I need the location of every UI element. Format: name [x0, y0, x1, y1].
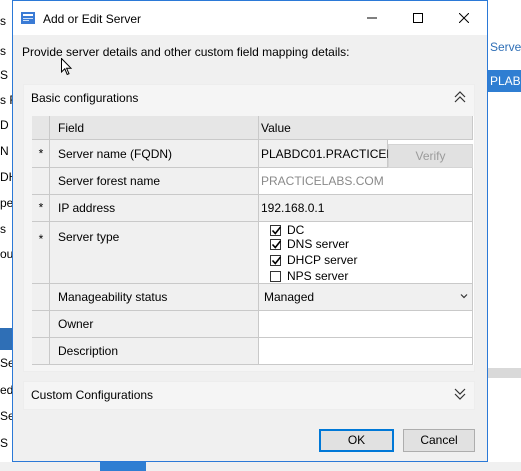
required-marker: [32, 168, 50, 195]
server-forest-field: PRACTICELABS.COM: [259, 168, 473, 195]
required-marker: [32, 311, 50, 338]
server-forest-label: Server forest name: [58, 174, 161, 188]
ip-address-label: IP address: [58, 201, 116, 215]
dns-server-label: DNS server: [287, 237, 350, 251]
checkmark-icon: [271, 226, 282, 235]
close-icon: [459, 13, 469, 23]
description-label: Description: [58, 344, 119, 358]
dialog-title: Add or Edit Server: [43, 12, 142, 26]
bg-fragment: D: [0, 118, 9, 132]
bg-fragment: s: [0, 14, 6, 28]
dns-checkbox-row[interactable]: DNS server: [270, 237, 349, 251]
maximize-button[interactable]: [395, 1, 441, 35]
bg-fragment: N: [0, 144, 9, 158]
bg-fragment: Se: [0, 356, 12, 370]
manageability-status-select[interactable]: Managed: [259, 284, 473, 311]
server-type-label-cell: Server type: [50, 222, 259, 284]
grid-header-field: Field: [50, 116, 259, 140]
manageability-status-label: Manageability status: [58, 290, 168, 304]
close-button[interactable]: [441, 1, 487, 35]
nps-server-label: NPS server: [287, 269, 349, 283]
bg-fragment: s: [0, 44, 6, 58]
dc-label: DC: [287, 223, 305, 237]
maximize-icon: [413, 13, 423, 23]
checkmark-icon: [271, 256, 282, 265]
bg-servers-link[interactable]: Server: [490, 40, 521, 54]
required-marker: [32, 284, 50, 311]
bg-fragment: pe: [0, 196, 12, 210]
field-column-header: Field: [58, 120, 85, 135]
bg-fragment: S l: [0, 68, 12, 82]
bg-fragment: S: [0, 436, 9, 450]
ok-button[interactable]: OK: [319, 429, 394, 452]
bg-fragment: DH: [0, 170, 12, 184]
dhcp-server-checkbox[interactable]: [270, 254, 282, 266]
bg-details-tab[interactable]: [100, 462, 146, 471]
required-marker: *: [32, 222, 50, 284]
description-label-cell: Description: [50, 338, 259, 365]
required-asterisk: *: [38, 145, 44, 160]
dialog-description: Provide server details and other custom …: [22, 45, 350, 59]
server-type-label: Server type: [58, 230, 120, 244]
background-right-panel: Server PLABD: [488, 0, 521, 471]
bg-selected-server[interactable]: PLABD: [488, 70, 521, 92]
required-marker: [32, 338, 50, 365]
owner-label-cell: Owner: [50, 311, 259, 338]
manageability-label-cell: Manageability status: [50, 284, 259, 311]
ip-address-value: 192.168.0.1: [261, 201, 325, 215]
nps-server-checkbox[interactable]: [270, 270, 281, 282]
checkmark-icon: [271, 240, 282, 249]
basic-configurations-header[interactable]: Basic configurations: [31, 91, 138, 105]
bg-fragment: s: [0, 222, 6, 236]
bg-selected-row: [0, 328, 12, 350]
title-bar[interactable]: Add or Edit Server: [13, 1, 487, 35]
owner-label: Owner: [58, 317, 94, 331]
custom-configurations-section: Custom Configurations: [23, 381, 475, 410]
ip-address-input[interactable]: 192.168.0.1: [259, 195, 473, 222]
minimize-icon: [367, 17, 377, 19]
dc-checkbox[interactable]: [270, 224, 282, 236]
minimize-button[interactable]: [349, 1, 395, 35]
server-name-label: Server name (FQDN): [58, 146, 173, 161]
ip-label-cell: IP address: [50, 195, 259, 222]
bg-fragment: ou: [0, 247, 12, 261]
chevron-down-icon[interactable]: [459, 291, 469, 301]
dns-server-checkbox[interactable]: [270, 238, 282, 250]
grid-header-value: Value: [259, 116, 473, 140]
nps-checkbox-row[interactable]: NPS server: [270, 269, 348, 283]
bg-fragment: s R: [0, 93, 12, 107]
collapse-chevron-icon[interactable]: [452, 89, 468, 105]
server-name-input[interactable]: PLABDC01.PRACTICELA: [259, 140, 401, 168]
dhcp-checkbox-row[interactable]: DHCP server: [270, 253, 357, 267]
verify-button[interactable]: Verify: [388, 144, 473, 168]
background-left-panel: s s S l s R D N DH pe s ou Se ed Se S: [0, 0, 12, 471]
server-name-value: PLABDC01.PRACTICELA: [261, 146, 402, 161]
server-forest-value: PRACTICELABS.COM: [261, 174, 384, 188]
custom-configurations-header[interactable]: Custom Configurations: [31, 388, 153, 402]
cancel-button[interactable]: Cancel: [403, 429, 475, 452]
expand-chevron-icon[interactable]: [452, 386, 468, 402]
required-marker: *: [32, 195, 50, 222]
server-app-icon: [21, 12, 35, 24]
dhcp-server-label: DHCP server: [287, 253, 358, 267]
bg-fragment: Se: [0, 409, 12, 423]
owner-input[interactable]: [259, 311, 473, 338]
required-marker: *: [32, 140, 50, 168]
background-bottom-strip: [0, 462, 521, 471]
bg-scrollbar: [488, 368, 521, 378]
grid-header-marker: [32, 116, 50, 140]
manageability-status-value: Managed: [264, 290, 315, 304]
bg-fragment: ed: [0, 383, 12, 397]
dc-checkbox-row[interactable]: DC: [270, 223, 304, 237]
mouse-pointer-icon: [61, 58, 73, 76]
server-name-label-cell: Server name (FQDN): [50, 140, 259, 168]
required-asterisk: *: [38, 200, 44, 215]
value-column-header: Value: [261, 120, 291, 135]
forest-label-cell: Server forest name: [50, 168, 259, 195]
required-asterisk: *: [38, 232, 44, 246]
description-input[interactable]: [259, 338, 473, 365]
